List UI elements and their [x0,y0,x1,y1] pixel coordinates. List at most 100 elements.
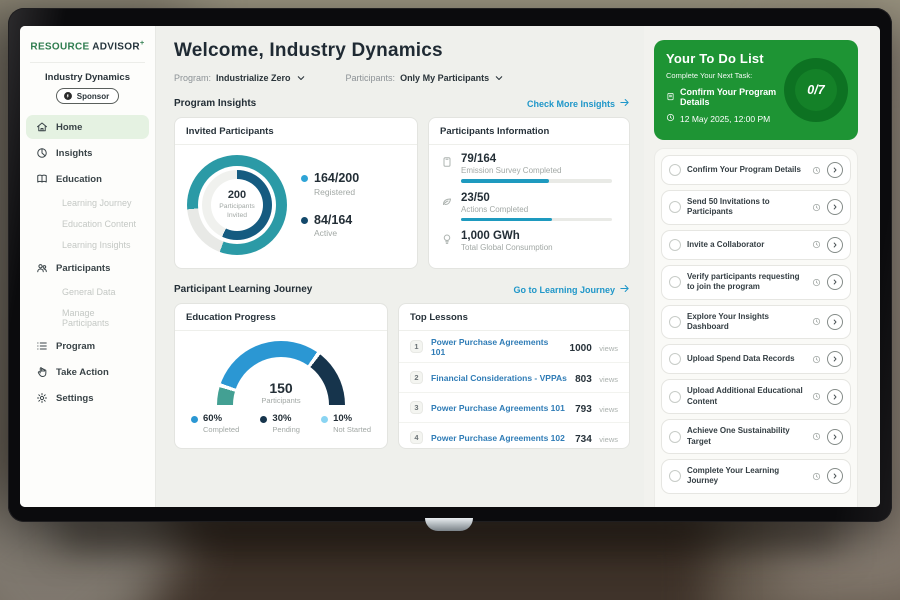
task-item[interactable]: Upload Spend Data Records [661,344,851,374]
home-icon [36,121,48,133]
task-open-button[interactable] [827,237,843,253]
gauge-legend-item: 10% Not Started [321,414,371,434]
legend-value: 84/164 [314,214,352,227]
lesson-views: 793 [575,404,592,415]
task-clock-icon [812,166,821,175]
task-checkbox[interactable] [669,201,681,213]
participants-filter-dropdown[interactable]: Participants: Only My Participants [346,73,505,83]
todo-progress-value: 0/7 [795,69,837,111]
task-item[interactable]: Confirm Your Program Details [661,155,851,185]
lesson-row[interactable]: 2 Financial Considerations - VPPAs 803 v… [399,363,629,393]
sidebar-item-learning-journey[interactable]: Learning Journey [26,192,149,213]
legend-item: 164/200 Registered [301,172,359,197]
top-lessons-card: Top Lessons 1 Power Purchase Agreements … [398,303,630,449]
lesson-title-link[interactable]: Power Purchase Agreements 101 [431,337,562,357]
legend-value: 30% [272,414,300,424]
sidebar-item-manage-participants[interactable]: Manage Participants [26,302,149,333]
task-item[interactable]: Achieve One Sustainability Target [661,419,851,454]
task-open-button[interactable] [827,351,843,367]
sidebar-nav: Home Insights Education Learning Journey… [20,114,155,411]
info-label: Actions Completed [461,205,617,214]
card-title: Participants Information [429,118,629,145]
task-checkbox[interactable] [669,316,681,328]
info-label: Total Global Consumption [461,243,617,252]
page-title: Welcome, Industry Dynamics [174,40,630,62]
task-item[interactable]: Send 50 Invitations to Participants [661,190,851,225]
chevron-up-icon [786,506,796,507]
donut-center-value: 200 [228,189,246,201]
progress-bar-track [461,218,612,222]
info-row: 79/164 Emission Survey Completed [441,153,617,183]
education-icon [36,173,48,185]
program-insights-header: Program Insights Check More Insights [174,97,630,110]
go-to-learning-journey-link[interactable]: Go to Learning Journey [513,283,630,296]
sidebar-item-settings[interactable]: Settings [26,386,149,410]
task-checkbox[interactable] [669,431,681,443]
lesson-views-suffix: views [599,375,618,384]
task-checkbox[interactable] [669,470,681,482]
sidebar-item-label: Manage Participants [62,308,109,328]
task-checkbox[interactable] [669,276,681,288]
lesson-views: 1000 [570,343,592,354]
collapse-tasks-link[interactable]: Collapse Tasks [661,499,851,507]
task-checkbox[interactable] [669,353,681,365]
todo-card: Your To Do List Complete Your Next Task:… [654,40,858,140]
sidebar-item-general-data[interactable]: General Data [26,281,149,302]
donut-legend: 164/200 Registered 84/164 Active [301,172,359,238]
task-label: Invite a Collaborator [687,240,806,250]
sidebar-item-participants[interactable]: Participants [26,256,149,280]
sidebar-item-learning-insights[interactable]: Learning Insights [26,234,149,255]
task-item[interactable]: Verify participants requesting to join t… [661,265,851,300]
sponsor-icon [63,91,73,101]
task-item[interactable]: Upload Additional Educational Content [661,379,851,414]
sidebar-item-label: Settings [56,393,93,404]
task-item[interactable]: Invite a Collaborator [661,230,851,260]
info-value: 1,000 GWh [461,230,617,242]
arrow-right-icon [619,97,630,110]
invited-participants-donut-chart: 200 Participants Invited [187,155,287,255]
lesson-views: 734 [575,434,592,445]
sidebar-item-education-content[interactable]: Education Content [26,213,149,234]
task-item[interactable]: Complete Your Learning Journey [661,459,851,494]
task-open-button[interactable] [827,199,843,215]
gauge-center: 150 Participants [217,381,345,405]
gauge-center-value: 150 [217,381,345,396]
chevron-down-icon [296,73,306,83]
task-item[interactable]: Explore Your Insights Dashboard [661,305,851,340]
task-clock-icon [812,203,821,212]
info-value: 79/164 [461,153,617,165]
task-open-button[interactable] [827,429,843,445]
sidebar-item-label: Program [56,341,95,352]
sidebar-item-insights[interactable]: Insights [26,141,149,165]
lesson-rank: 1 [410,340,423,353]
section-title: Participant Learning Journey [174,284,312,295]
task-checkbox[interactable] [669,239,681,251]
lesson-row[interactable]: 1 Power Purchase Agreements 101 1000 vie… [399,331,629,363]
task-label: Confirm Your Program Details [687,165,806,175]
clock-icon [666,113,675,124]
program-filter-dropdown[interactable]: Program: Industrialize Zero [174,73,306,83]
lesson-title-link[interactable]: Power Purchase Agreements 101 [431,403,567,413]
task-open-button[interactable] [827,389,843,405]
sidebar-item-education[interactable]: Education [26,167,149,191]
sidebar-item-home[interactable]: Home [26,115,149,139]
lesson-row[interactable]: 4 Power Purchase Agreements 102 734 view… [399,423,629,449]
task-open-button[interactable] [827,162,843,178]
info-row: 1,000 GWh Total Global Consumption [441,230,617,252]
sidebar-item-program[interactable]: Program [26,334,149,358]
task-open-button[interactable] [827,314,843,330]
task-open-button[interactable] [827,468,843,484]
lesson-title-link[interactable]: Power Purchase Agreements 102 [431,433,567,443]
lesson-rank: 4 [410,431,423,444]
sidebar-item-take-action[interactable]: Take Action [26,360,149,384]
task-checkbox[interactable] [669,391,681,403]
gauge-center-label: Participants [217,396,345,405]
check-more-insights-link[interactable]: Check More Insights [527,97,630,110]
lesson-row[interactable]: 3 Power Purchase Agreements 101 793 view… [399,393,629,423]
lesson-rank: 2 [410,371,423,384]
task-checkbox[interactable] [669,164,681,176]
task-clock-icon [812,472,821,481]
lesson-title-link[interactable]: Financial Considerations - VPPAs [431,373,567,383]
sidebar-item-label: Take Action [56,367,109,378]
task-open-button[interactable] [827,274,843,290]
